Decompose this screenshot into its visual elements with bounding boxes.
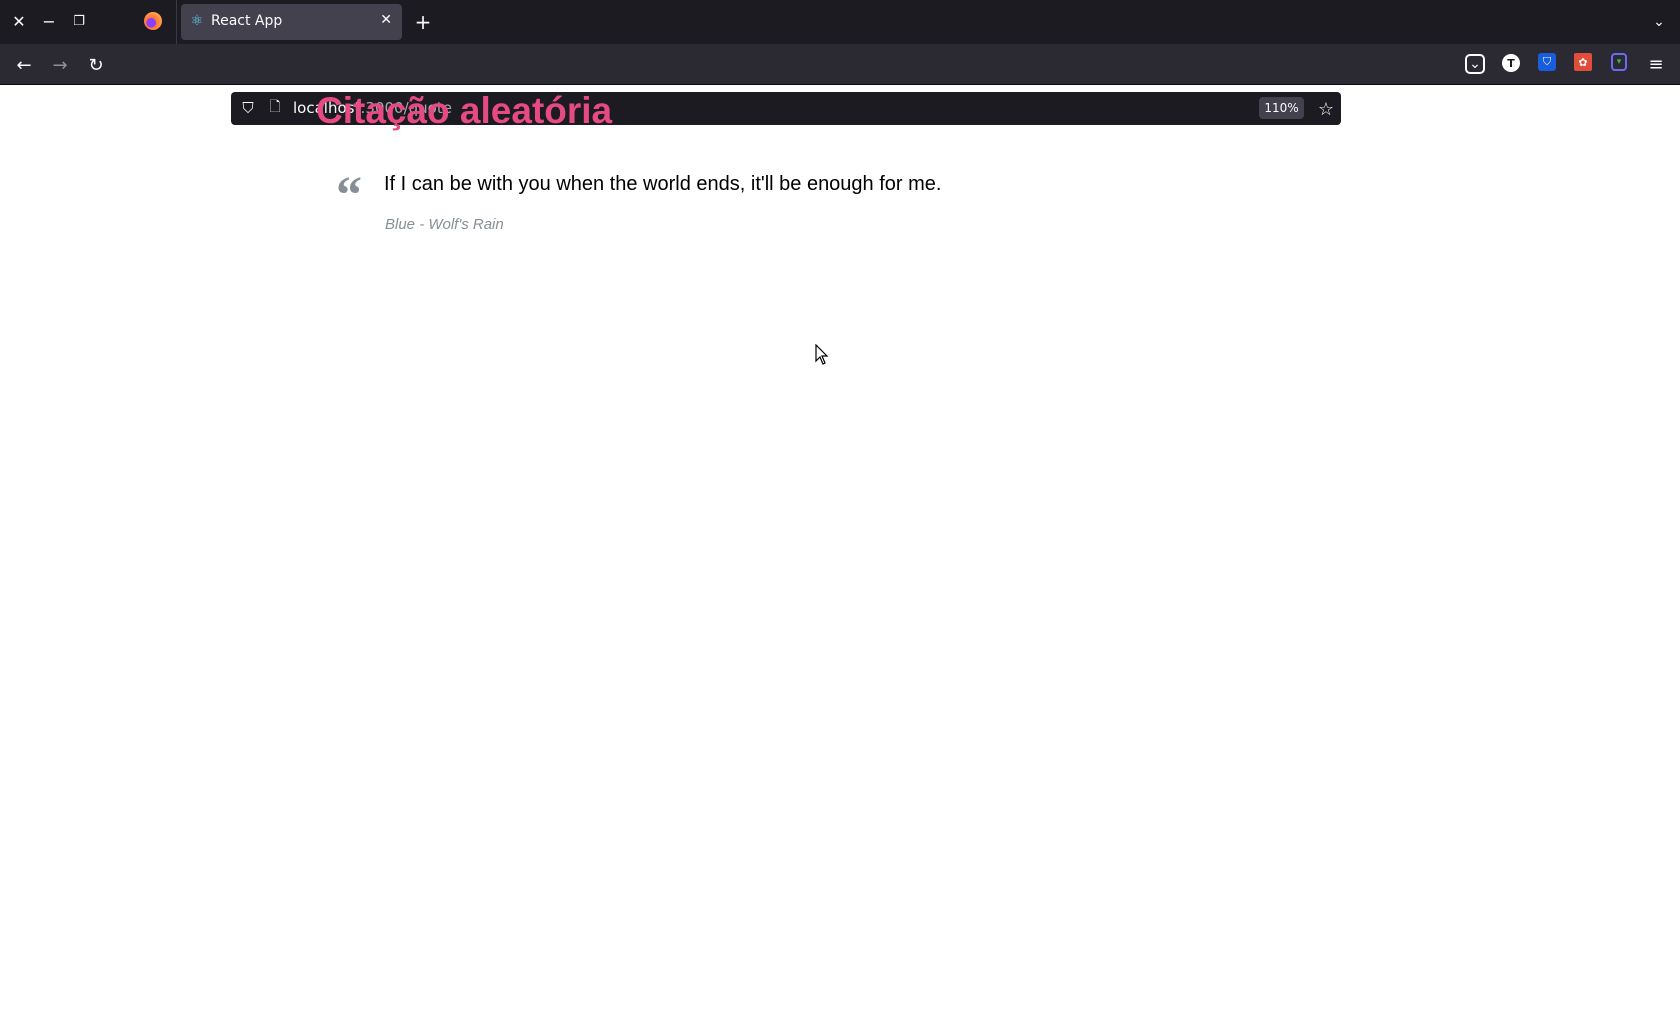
extension-purple-icon[interactable]: ▾ [1611, 53, 1627, 71]
nav-toolbar: ← → ↻ ⛉ 🗋 localhost:3000/quote 110% ☆ ⌄ … [0, 44, 1680, 125]
extension-red-icon[interactable]: ✿ [1574, 53, 1592, 71]
firefox-icon[interactable] [144, 12, 162, 30]
tab-bar: ✕ − ❐ ⚛ React App ✕ + ⌄ [0, 0, 1680, 44]
zoom-level-button[interactable]: 110% [1259, 97, 1304, 119]
quote-text: If I can be with you when the world ends… [384, 173, 942, 195]
page-title: Citação aleatória [316, 90, 613, 131]
tab-separator [176, 0, 177, 44]
list-tabs-icon[interactable]: ⌄ [1648, 11, 1670, 33]
reload-icon[interactable]: ↻ [84, 53, 108, 77]
restore-icon[interactable]: ❐ [68, 10, 90, 32]
react-favicon: ⚛ [190, 13, 204, 29]
star-icon[interactable]: ☆ [1315, 98, 1337, 120]
new-tab-icon[interactable]: + [412, 10, 434, 34]
tab-react-app[interactable]: ⚛ React App ✕ [181, 4, 402, 40]
quote-mark-icon: “ [336, 167, 362, 224]
bitwarden-icon[interactable]: ⛉ [1538, 53, 1556, 71]
pocket-icon[interactable]: ⌄ [1465, 54, 1485, 74]
mouse-cursor-icon [815, 344, 829, 365]
quote-author: Blue - Wolf's Rain [385, 216, 504, 233]
forward-icon[interactable]: → [48, 53, 72, 77]
page-icon: 🗋 [269, 99, 281, 115]
minimize-icon[interactable]: − [38, 10, 60, 32]
back-icon[interactable]: ← [12, 53, 36, 77]
tab-title: React App [211, 13, 283, 29]
tab-close-icon[interactable]: ✕ [380, 12, 392, 28]
close-window-icon[interactable]: ✕ [8, 10, 30, 32]
extension-t-icon[interactable]: T [1502, 54, 1520, 72]
shield-icon[interactable]: ⛉ [239, 99, 257, 117]
menu-icon[interactable]: ≡ [1645, 53, 1667, 75]
